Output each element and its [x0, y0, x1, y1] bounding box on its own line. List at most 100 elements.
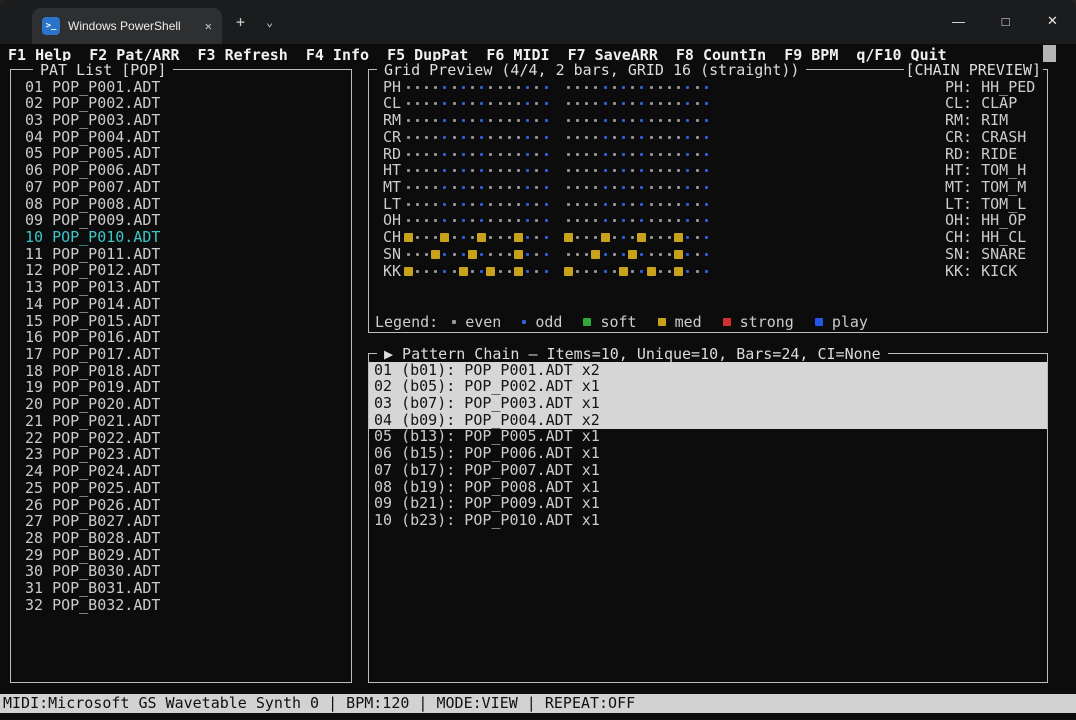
grid-step-dot — [541, 229, 551, 246]
chain-item[interactable]: 01 (b01): POP_P001.ADT x2 — [369, 361, 1047, 379]
pat-list-item[interactable]: 08 POP_P008.ADT — [11, 194, 351, 213]
pat-list-item[interactable]: 26 POP_P026.ADT — [11, 495, 351, 514]
grid-step-dot — [701, 129, 711, 146]
grid-row-cl: CL CL: CLAP — [369, 95, 1047, 112]
pat-list-item[interactable]: 16 POP_P016.ADT — [11, 329, 351, 346]
close-button[interactable]: ✕ — [1029, 0, 1076, 42]
pat-item-number: 21 — [25, 411, 44, 430]
legend-item-even: even — [452, 313, 501, 331]
pat-list-item[interactable]: 13 POP_P013.ADT — [11, 279, 351, 296]
legend-item-soft: soft — [583, 313, 637, 331]
pat-list-item[interactable]: 24 POP_P024.ADT — [11, 463, 351, 480]
grid-row-label: KK — [383, 261, 402, 280]
chain-item[interactable]: 04 (b09): POP_P004.ADT x2 — [369, 411, 1047, 429]
pat-list-item[interactable]: 28 POP_B028.ADT — [11, 528, 351, 547]
pat-item-filename: POP_P012.ADT — [52, 261, 161, 280]
pat-list-item[interactable]: 10 POP_P010.ADT — [11, 227, 351, 246]
minimize-button[interactable]: — — [935, 0, 982, 42]
pat-list-item[interactable]: 20 POP_P020.ADT — [11, 396, 351, 413]
tab-dropdown-button[interactable]: ⌄ — [266, 12, 273, 32]
pat-item-filename: POP_P017.ADT — [52, 345, 161, 364]
chain-item[interactable]: 06 (b15): POP_P006.ADT x1 — [369, 445, 1047, 462]
grid-row-label: MT — [383, 178, 402, 197]
pat-list-item[interactable]: 27 POP_B027.ADT — [11, 513, 351, 530]
grid-step-dot — [701, 79, 711, 96]
menu-item-f3[interactable]: F3 Refresh — [198, 46, 288, 64]
pat-item-number: 10 — [25, 227, 44, 246]
pat-list-item[interactable]: 30 POP_B030.ADT — [11, 563, 351, 580]
pat-item-number: 06 — [25, 161, 44, 180]
pat-list-item[interactable]: 15 POP_P015.ADT — [11, 312, 351, 330]
pat-item-filename: POP_P023.ADT — [52, 445, 161, 464]
chain-item[interactable]: 08 (b19): POP_P008.ADT x1 — [369, 478, 1047, 496]
pat-list-item[interactable]: 18 POP_P018.ADT — [11, 361, 351, 380]
chain-item[interactable]: 10 (b23): POP_P010.ADT x1 — [369, 511, 1047, 529]
grid-step-dot — [701, 95, 711, 112]
drum-key-label: MT: TOM_M — [945, 178, 1027, 197]
grid-row-label: RM — [383, 111, 402, 130]
new-tab-button[interactable]: + — [236, 12, 245, 32]
tab-windows-powershell[interactable]: >_ Windows PowerShell ✕ — [32, 8, 222, 44]
pat-list-item[interactable]: 12 POP_P012.ADT — [11, 262, 351, 279]
pat-item-filename: POP_P018.ADT — [52, 361, 161, 380]
pat-list-item[interactable]: 04 POP_P004.ADT — [11, 128, 351, 146]
pat-item-number: 26 — [25, 495, 44, 514]
pat-item-filename: POP_P010.ADT — [52, 227, 161, 246]
grid-row-oh: OH OH: HH_OP — [369, 212, 1047, 229]
chain-item[interactable]: 02 (b05): POP_P002.ADT x1 — [369, 378, 1047, 396]
pat-list-item[interactable]: 21 POP_P021.ADT — [11, 411, 351, 430]
pat-item-number: 22 — [25, 428, 44, 447]
chain-item[interactable]: 07 (b17): POP_P007.ADT x1 — [369, 461, 1047, 479]
pat-item-filename: POP_P001.ADT — [52, 77, 161, 96]
tab-close-icon[interactable]: ✕ — [205, 19, 212, 33]
grid-row-ch: CH CH: HH_CL — [369, 229, 1047, 246]
pat-item-number: 12 — [25, 261, 44, 280]
grid-step-dot — [701, 196, 711, 213]
pat-list-item[interactable]: 32 POP_B032.ADT — [11, 595, 351, 614]
pat-list-item[interactable]: 05 POP_P005.ADT — [11, 145, 351, 162]
pat-list-item[interactable]: 29 POP_B029.ADT — [11, 546, 351, 564]
pat-list-item[interactable]: 31 POP_B031.ADT — [11, 580, 351, 597]
pat-list-item[interactable]: 19 POP_P019.ADT — [11, 379, 351, 396]
chain-item[interactable]: 09 (b21): POP_P009.ADT x1 — [369, 495, 1047, 512]
chain-item[interactable]: 03 (b07): POP_P003.ADT x1 — [369, 394, 1047, 412]
grid-step-dot — [541, 246, 551, 263]
grid-row-sn: SN SN: SNARE — [369, 245, 1047, 263]
grid-legend: Legend: even odd soft med strong play — [375, 313, 889, 331]
pat-item-filename: POP_B032.ADT — [52, 595, 161, 614]
pat-list-item[interactable]: 02 POP_P002.ADT — [11, 95, 351, 112]
pat-item-filename: POP_P008.ADT — [52, 194, 161, 213]
chain-preview-label: [CHAIN PREVIEW] — [903, 61, 1043, 79]
pat-item-number: 05 — [25, 144, 44, 163]
menu-item-f4[interactable]: F4 Info — [306, 46, 369, 64]
grid-row-label: CH — [383, 228, 402, 247]
pat-item-filename: POP_P020.ADT — [52, 395, 161, 414]
pat-item-number: 11 — [25, 244, 44, 263]
pat-item-number: 30 — [25, 562, 44, 581]
pat-item-filename: POP_P016.ADT — [52, 328, 161, 347]
pat-item-number: 08 — [25, 194, 44, 213]
pat-item-filename: POP_B028.ADT — [52, 528, 161, 547]
pat-list-item[interactable]: 22 POP_P022.ADT — [11, 428, 351, 447]
pat-list-item[interactable]: 17 POP_P017.ADT — [11, 346, 351, 363]
pat-list-item[interactable]: 09 POP_P009.ADT — [11, 212, 351, 229]
grid-row-label: CL — [383, 94, 402, 113]
pat-list-item[interactable]: 06 POP_P006.ADT — [11, 162, 351, 179]
pat-list-item[interactable]: 07 POP_P007.ADT — [11, 178, 351, 196]
pat-list-item[interactable]: 23 POP_P023.ADT — [11, 446, 351, 463]
play-square-icon — [814, 317, 823, 326]
maximize-button[interactable]: □ — [982, 0, 1029, 42]
chain-item[interactable]: 05 (b13): POP_P005.ADT x1 — [369, 428, 1047, 445]
pat-list-item[interactable]: 25 POP_P025.ADT — [11, 479, 351, 497]
pat-item-filename: POP_P014.ADT — [52, 294, 161, 313]
pat-list-item[interactable]: 03 POP_P003.ADT — [11, 111, 351, 129]
grid-row-kk: KK KK: KICK — [369, 261, 1047, 280]
pat-list-item[interactable]: 14 POP_P014.ADT — [11, 294, 351, 313]
grid-step-dot — [541, 95, 551, 112]
pat-list-item[interactable]: 01 POP_P001.ADT — [11, 77, 351, 96]
pat-item-number: 32 — [25, 595, 44, 614]
scrollbar-thumb[interactable] — [1043, 45, 1056, 62]
pat-item-filename: POP_P006.ADT — [52, 161, 161, 180]
pat-item-filename: POP_B031.ADT — [52, 579, 161, 598]
pat-list-item[interactable]: 11 POP_P011.ADT — [11, 244, 351, 263]
